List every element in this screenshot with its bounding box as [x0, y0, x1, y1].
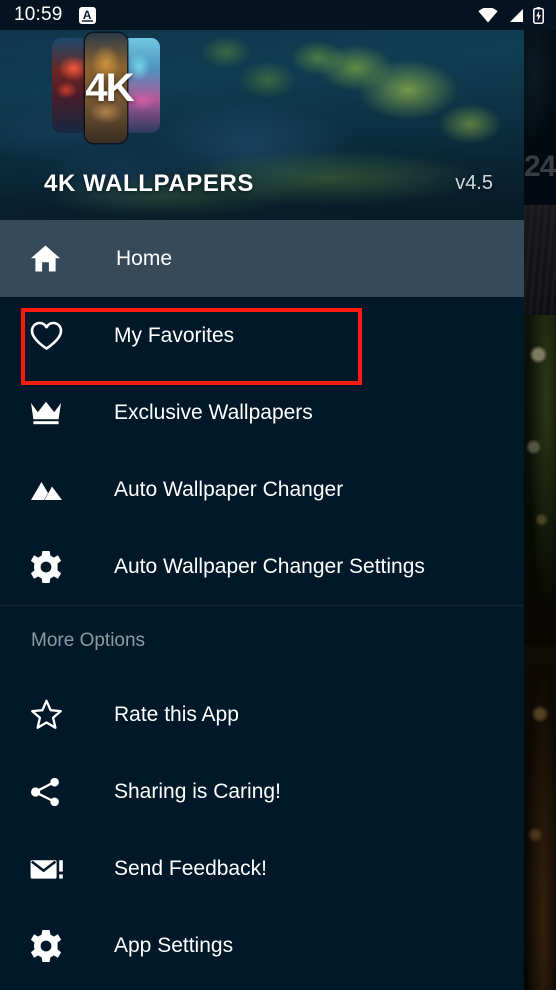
share-icon: [30, 777, 76, 807]
menu-item-rate-this-app[interactable]: Rate this App: [0, 676, 524, 753]
status-bar-clock: 10:59: [14, 4, 63, 25]
menu-item-label: Rate this App: [114, 702, 239, 726]
menu-item-label: Auto Wallpaper Changer: [114, 477, 344, 501]
menu-item-my-favorites[interactable]: My Favorites: [0, 297, 524, 374]
cellular-signal-icon: [507, 8, 524, 23]
battery-charging-icon: [533, 6, 544, 24]
status-bar-notification-icons: A: [78, 6, 96, 24]
menu-item-label: Exclusive Wallpapers: [114, 400, 313, 424]
gear-icon: [30, 550, 76, 583]
drawer-scrim[interactable]: [524, 0, 556, 990]
menu-item-label: Home: [116, 246, 173, 270]
status-bar-system-icons: [478, 6, 544, 24]
menu-item-sharing-is-caring[interactable]: Sharing is Caring!: [0, 753, 524, 830]
gear-icon: [30, 929, 76, 962]
heart-icon: [30, 321, 76, 351]
menu-item-app-settings[interactable]: App Settings: [0, 907, 524, 984]
menu-item-auto-wallpaper-changer-settings[interactable]: Auto Wallpaper Changer Settings: [0, 528, 524, 605]
mountain-icon: [30, 479, 76, 501]
menu-item-label: Auto Wallpaper Changer Settings: [114, 554, 425, 578]
menu-item-label: My Favorites: [114, 323, 235, 347]
navigation-drawer: 4K 4K WALLPAPERS v4.5 Home My Favorites …: [0, 28, 524, 990]
app-screen: 24h 10:59 A: [0, 0, 556, 990]
drawer-menu-list: Home My Favorites Exclusive Wallpapers A…: [0, 220, 524, 984]
status-bar: 10:59 A: [0, 0, 556, 30]
section-header-more-options: More Options: [31, 630, 146, 651]
menu-item-label: Send Feedback!: [114, 856, 267, 880]
menu-item-home[interactable]: Home: [0, 220, 524, 297]
menu-item-send-feedback[interactable]: Send Feedback!: [0, 830, 524, 907]
menu-item-label: Sharing is Caring!: [114, 779, 281, 803]
a-badge-icon: A: [78, 6, 96, 24]
star-outline-icon: [30, 699, 76, 730]
app-version-label: v4.5: [455, 172, 493, 194]
mail-alert-icon: [30, 857, 76, 881]
menu-item-exclusive-wallpapers[interactable]: Exclusive Wallpapers: [0, 374, 524, 451]
menu-item-label: App Settings: [114, 933, 234, 957]
drawer-header: 4K 4K WALLPAPERS v4.5: [0, 28, 524, 220]
app-title: 4K WALLPAPERS: [44, 170, 255, 197]
menu-item-auto-wallpaper-changer[interactable]: Auto Wallpaper Changer: [0, 451, 524, 528]
wifi-icon: [478, 7, 498, 23]
logo-4k-text: 4K: [85, 65, 134, 110]
home-icon: [30, 244, 76, 273]
a-badge-glyph: A: [82, 7, 92, 22]
crown-icon: [30, 400, 76, 426]
app-logo: 4K: [52, 33, 160, 143]
